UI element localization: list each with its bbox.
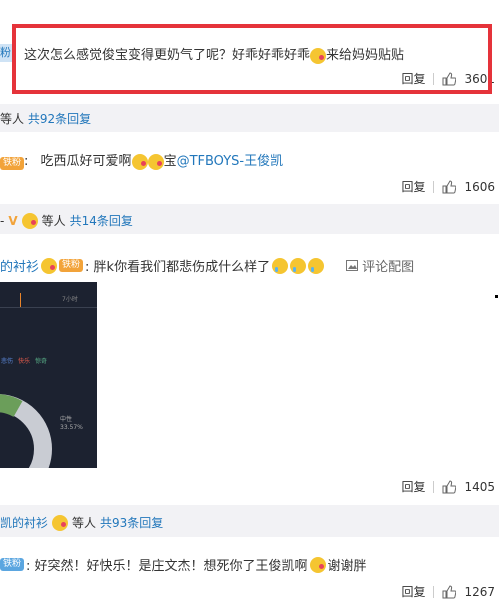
image-tab xyxy=(0,295,97,308)
kiss-emoji-icon xyxy=(41,257,58,274)
view-replies-link[interactable]: 共14条回复 xyxy=(70,212,133,229)
donut-label: 中性 33.57% xyxy=(60,416,83,431)
divider xyxy=(433,180,435,193)
comment-actions: 回复 1606 xyxy=(401,178,495,195)
like-count: 1405 xyxy=(464,479,495,494)
cursor-mark xyxy=(495,295,498,298)
like-count: 1267 xyxy=(464,584,495,599)
comment-2: 铁粉: 吃西瓜好可爱啊 宝@TFBOYS-王俊凯 回复 1606 xyxy=(0,132,499,204)
kiss-emoji-icon xyxy=(147,153,164,170)
divider xyxy=(433,585,435,598)
fan-badge: 铁粉 xyxy=(59,259,84,272)
kiss-emoji-icon xyxy=(131,153,148,170)
mention-link[interactable]: @TFBOYS-王俊凯 xyxy=(177,154,284,169)
thumbs-up-icon[interactable] xyxy=(442,479,457,494)
kiss-emoji-icon xyxy=(21,212,38,229)
comment-1: 粉 这次怎么感觉俊宝变得更奶气了呢？好乖好乖好乖 来给妈妈贴贴 回复 3601 xyxy=(0,0,499,104)
crying-emoji-icon xyxy=(290,257,307,274)
comment-picture-link[interactable]: 评论配图 xyxy=(346,256,414,275)
verified-v-icon: V xyxy=(8,213,18,228)
comment-4: 铁粉 : 好突然！好快乐！是庄文杰！想死你了王俊凯啊 谢谢胖 回复 1267 xyxy=(0,537,499,603)
donut-chart xyxy=(0,394,52,468)
reply-thread-bar: 凯的衬衫 等人 共93条回复 xyxy=(0,505,499,537)
view-replies-link[interactable]: 共92条回复 xyxy=(28,112,91,126)
reply-button[interactable]: 回复 xyxy=(401,478,425,495)
highlight-box xyxy=(12,24,492,94)
comment-image[interactable]: 7小时 悲伤 快乐 惊奇 中性 33.57% xyxy=(0,282,97,468)
fan-badge: 铁粉 xyxy=(0,157,25,170)
comment-3: 的衬衫 铁粉 : 胖k你看我们都悲伤成什么样了 评论配图 7小时 悲伤 快乐 惊… xyxy=(0,234,499,500)
picture-icon xyxy=(346,260,359,271)
like-count: 1606 xyxy=(464,179,495,194)
comment-actions: 回复 1405 xyxy=(401,478,495,495)
thumbs-up-icon[interactable] xyxy=(442,584,457,599)
reply-button[interactable]: 回复 xyxy=(401,178,425,195)
crying-emoji-icon xyxy=(272,257,289,274)
image-tab-label: 7小时 xyxy=(62,296,78,303)
thumbs-up-icon[interactable] xyxy=(442,179,457,194)
comment-actions: 回复 1267 xyxy=(401,583,495,600)
image-legend: 悲伤 快乐 惊奇 xyxy=(1,358,48,365)
fan-badge: 铁粉 xyxy=(0,558,25,571)
username-link[interactable]: 的衬衫 xyxy=(0,256,39,275)
donut-slice xyxy=(0,394,23,418)
divider xyxy=(433,480,435,493)
reply-thread-bar: - V 等人 共14条回复 xyxy=(0,204,499,234)
kiss-emoji-icon xyxy=(309,556,326,573)
view-replies-link[interactable]: 共93条回复 xyxy=(100,514,163,531)
crying-emoji-icon xyxy=(308,257,325,274)
kiss-emoji-icon xyxy=(52,514,69,531)
reply-thread-bar: 等人 共92条回复 xyxy=(0,104,499,132)
username-link[interactable]: 凯的衬衫 xyxy=(0,514,48,531)
reply-button[interactable]: 回复 xyxy=(401,583,425,600)
